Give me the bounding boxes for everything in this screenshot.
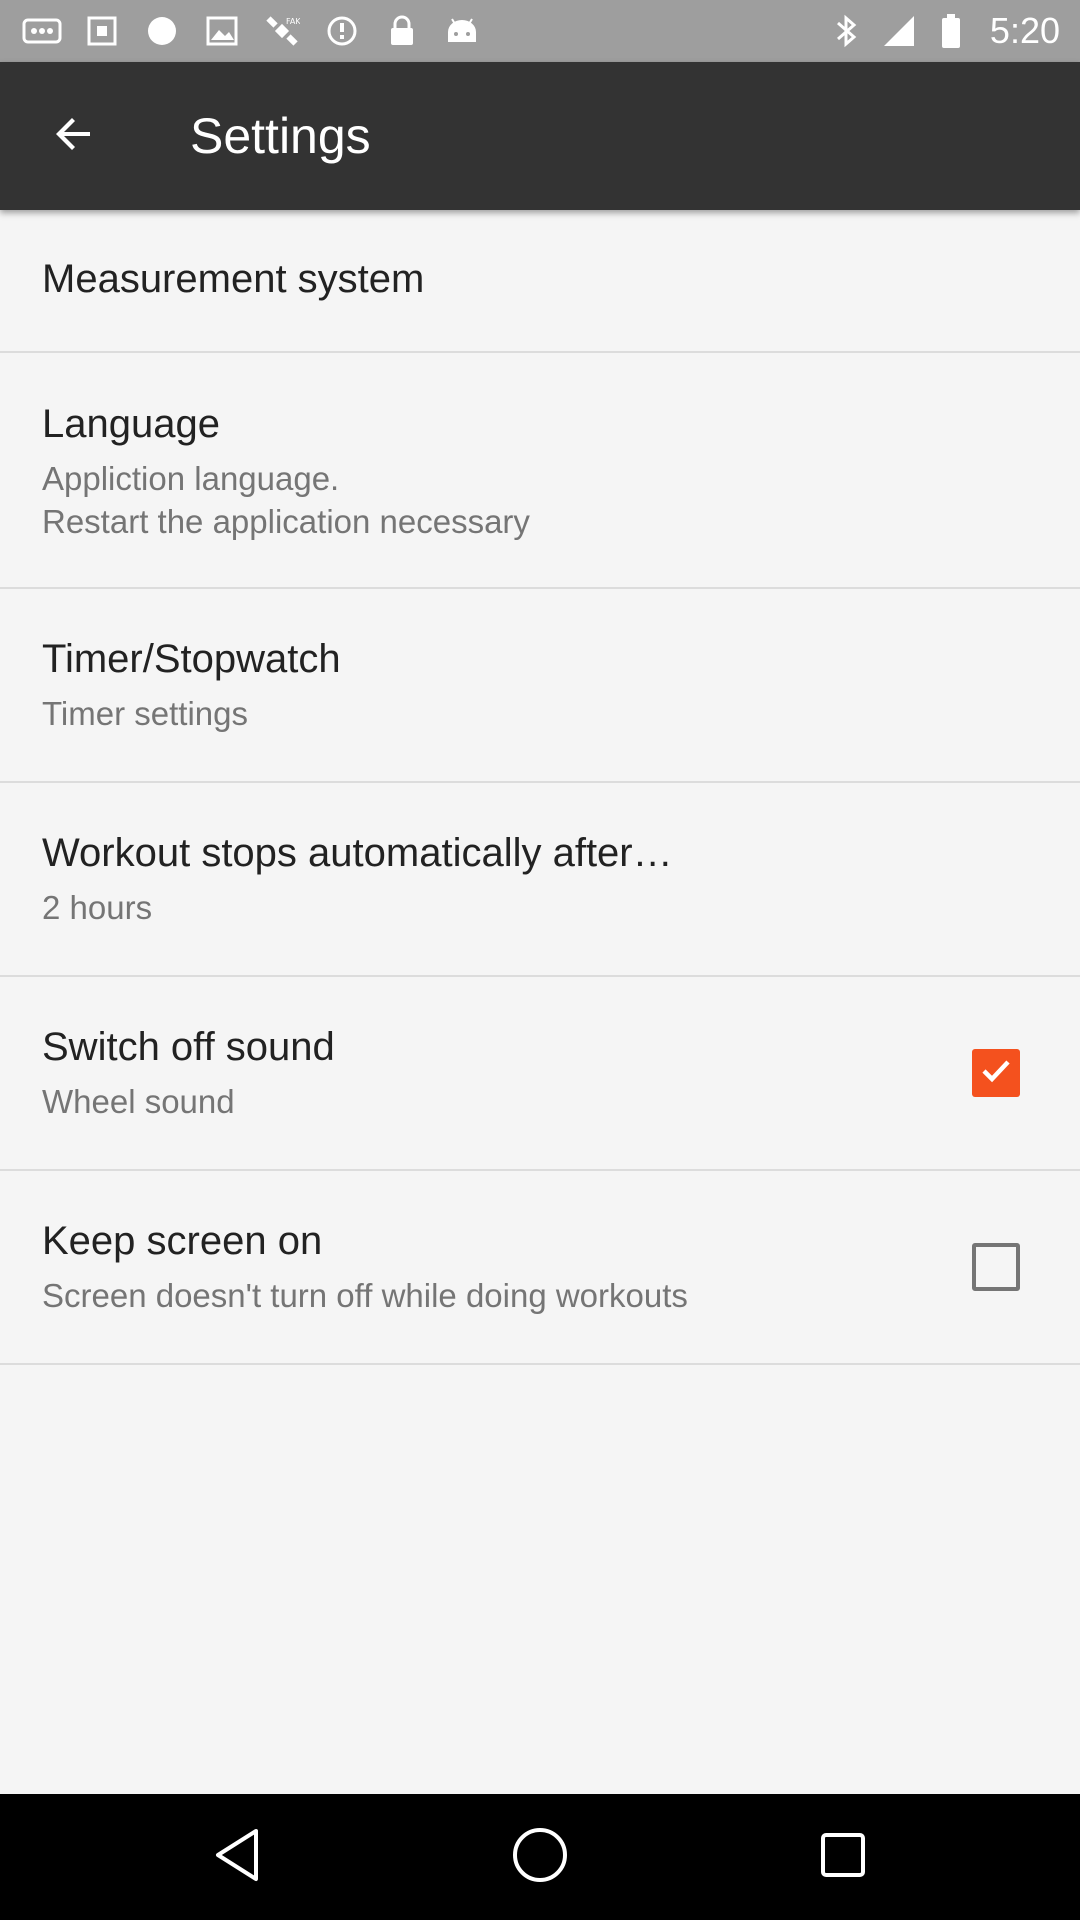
back-triangle-icon: [212, 1827, 262, 1888]
image-icon: [202, 14, 242, 48]
nav-recents-button[interactable]: [810, 1824, 876, 1890]
ring-icon: [142, 14, 182, 48]
setting-summary: Screen doesn't turn off while doing work…: [42, 1277, 688, 1314]
nav-home-button[interactable]: [507, 1824, 573, 1890]
app-bar: Settings: [0, 62, 1080, 210]
data-saver-icon: [322, 14, 362, 48]
keep-screen-on-checkbox[interactable]: [972, 1243, 1020, 1291]
satellite-icon: FAKE: [262, 14, 302, 48]
setting-summary: Appliction language. Restart the applica…: [42, 460, 530, 540]
nav-back-button[interactable]: [204, 1824, 270, 1890]
setting-keep-screen-on[interactable]: Keep screen on Screen doesn't turn off w…: [0, 1171, 1080, 1365]
system-icons: 5:20: [828, 10, 1060, 51]
android-icon: [442, 14, 482, 48]
setting-title: Timer/Stopwatch: [42, 637, 341, 681]
settings-icon: [82, 14, 122, 48]
arrow-back-icon: [52, 112, 96, 161]
setting-title: Workout stops automatically after…: [42, 831, 673, 875]
recents-square-icon: [818, 1830, 868, 1885]
signal-icon: [880, 12, 918, 50]
setting-title: Measurement system: [42, 257, 425, 301]
setting-title: Language: [42, 402, 220, 446]
settings-list: Measurement system Language Appliction l…: [0, 210, 1080, 1365]
setting-timer-stopwatch[interactable]: Timer/Stopwatch Timer settings: [0, 589, 1080, 783]
setting-summary: Wheel sound: [42, 1083, 235, 1120]
setting-workout-auto-stop[interactable]: Workout stops automatically after… 2 hou…: [0, 783, 1080, 977]
check-icon: [979, 1054, 1013, 1093]
setting-summary: Timer settings: [42, 695, 248, 732]
setting-measurement-system[interactable]: Measurement system: [0, 210, 1080, 353]
setting-summary: 2 hours: [42, 889, 153, 926]
more-icon: [22, 14, 62, 48]
home-circle-icon: [510, 1825, 570, 1890]
page-title: Settings: [190, 108, 371, 164]
status-bar: FAKE 5:20: [0, 0, 1080, 62]
setting-title: Switch off sound: [42, 1025, 335, 1069]
svg-text:FAKE: FAKE: [286, 17, 300, 26]
setting-switch-off-sound[interactable]: Switch off sound Wheel sound: [0, 977, 1080, 1171]
navigation-bar: [0, 1794, 1080, 1920]
lock-icon: [382, 14, 422, 48]
status-time: 5:20: [989, 10, 1060, 51]
bluetooth-icon: [828, 12, 866, 50]
battery-icon: [932, 12, 970, 50]
switch-off-sound-checkbox[interactable]: [972, 1049, 1020, 1097]
setting-title: Keep screen on: [42, 1219, 323, 1263]
back-button[interactable]: [38, 100, 110, 172]
notification-icons: FAKE: [22, 12, 482, 50]
setting-language[interactable]: Language Appliction language. Restart th…: [0, 353, 1080, 589]
